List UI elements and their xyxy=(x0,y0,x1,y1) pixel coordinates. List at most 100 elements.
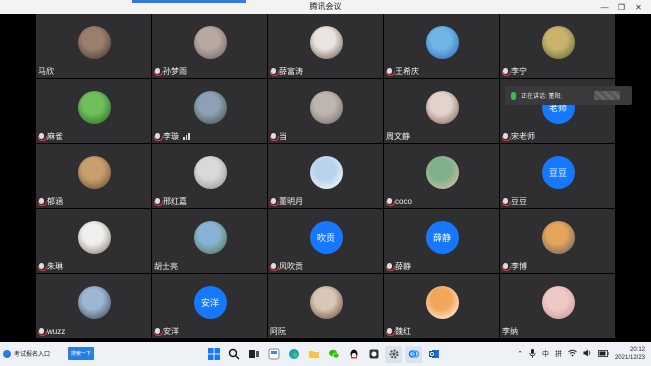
speaking-indicator: 正在讲话: 董阳; xyxy=(505,86,632,105)
speaking-label: 正在讲话: 董阳; xyxy=(521,94,563,100)
participant-name: 胡士亮 xyxy=(154,262,178,271)
participant-name: 薛静 xyxy=(395,262,411,271)
mic-muted-icon xyxy=(502,67,511,76)
window-title: 腾讯会议 xyxy=(309,2,342,11)
participant-tile[interactable]: 孙梦雨 xyxy=(152,14,267,78)
participant-tile[interactable]: 周文静 xyxy=(384,79,499,143)
participant-name-row: 豆豆 xyxy=(502,196,527,207)
search-engine-icon xyxy=(3,349,11,358)
app-icon-1[interactable] xyxy=(365,346,382,363)
participant-avatar: 豆豆 xyxy=(541,156,575,189)
participant-avatar xyxy=(193,221,227,254)
participant-avatar xyxy=(309,286,343,319)
participant-tile[interactable]: 马欣 xyxy=(36,14,151,78)
participant-avatar xyxy=(77,26,111,59)
participant-name-row: 安洋 xyxy=(154,326,179,337)
participant-name: 李博 xyxy=(511,262,527,271)
participant-name: 周文静 xyxy=(386,132,410,141)
system-tray: ⌃ 中 拼 20:12 2021/12/23 xyxy=(517,344,645,364)
participant-name-row: 胡士亮 xyxy=(154,261,178,272)
taskbar: 考试报名入口 搜索一下 ⌃ 中 拼 20:12 2021/12/23 xyxy=(0,342,651,366)
microphone-icon[interactable] xyxy=(529,348,536,360)
file-explorer-icon[interactable] xyxy=(305,346,322,363)
taskbar-search[interactable]: 考试报名入口 xyxy=(3,349,50,358)
participant-tile[interactable]: 魏红 xyxy=(384,274,499,338)
participant-name-row: 李纳 xyxy=(502,326,518,337)
mic-muted-icon xyxy=(270,197,279,206)
maximize-icon[interactable]: ❐ xyxy=(613,0,630,14)
tencent-meeting-icon[interactable] xyxy=(405,345,422,363)
participant-name-row: 当 xyxy=(270,131,287,142)
participant-name: 当 xyxy=(279,132,287,141)
participant-avatar: 安洋 xyxy=(193,286,227,319)
taskbar-clock[interactable]: 20:12 2021/12/23 xyxy=(615,346,645,362)
participant-tile[interactable]: 李博 xyxy=(500,209,615,273)
participant-tile[interactable]: 安洋 安洋 xyxy=(152,274,267,338)
participant-tile[interactable]: 李宁 xyxy=(500,14,615,78)
participant-tile[interactable]: 胡士亮 xyxy=(152,209,267,273)
participant-avatar xyxy=(77,221,111,254)
participant-tile[interactable]: 邢红嘉 xyxy=(152,144,267,208)
participant-tile[interactable]: 李纳 xyxy=(500,274,615,338)
participant-name-row: 朱琳 xyxy=(38,261,63,272)
participant-name-row: 孙梦雨 xyxy=(154,66,187,77)
participant-avatar xyxy=(193,26,227,59)
participant-tile[interactable]: 薛富涛 xyxy=(268,14,383,78)
participant-tile[interactable]: 王希庆 xyxy=(384,14,499,78)
chevron-up-icon[interactable]: ⌃ xyxy=(517,350,523,358)
participant-name: 麻雀 xyxy=(47,132,63,141)
participant-grid: 马欣 孙梦雨 薛富涛 王希庆 李宁 麻雀 李璇当周文静 老师 宋老师 郁涵 邢红嘉 董明月 coco 豆豆… xyxy=(36,14,615,341)
widgets-icon[interactable] xyxy=(265,346,282,363)
participant-name-row: 郁涵 xyxy=(38,196,63,207)
participant-avatar xyxy=(309,26,343,59)
participant-tile[interactable]: 郁涵 xyxy=(36,144,151,208)
task-view-icon[interactable] xyxy=(245,346,262,363)
participant-avatar xyxy=(425,286,459,319)
battery-icon[interactable] xyxy=(598,349,609,359)
participant-avatar xyxy=(425,156,459,189)
participant-avatar xyxy=(77,91,111,124)
participant-tile[interactable]: 吹贡 风吹贡 xyxy=(268,209,383,273)
mic-muted-icon xyxy=(154,67,163,76)
wechat-icon[interactable] xyxy=(325,346,342,363)
edge-browser-icon[interactable] xyxy=(285,346,302,363)
volume-icon[interactable] xyxy=(583,349,592,359)
mic-muted-icon xyxy=(270,132,279,141)
participant-tile[interactable]: 朱琳 xyxy=(36,209,151,273)
qq-icon[interactable] xyxy=(345,346,362,363)
outlook-icon[interactable] xyxy=(425,346,442,363)
participant-tile[interactable]: wuzz xyxy=(36,274,151,338)
participant-avatar xyxy=(77,286,111,319)
participant-tile[interactable]: coco xyxy=(384,144,499,208)
participant-tile[interactable]: 阿阮 xyxy=(268,274,383,338)
title-bar: 腾讯会议 — ❐ ✕ xyxy=(0,0,651,14)
mic-muted-icon xyxy=(38,327,47,336)
ime-language[interactable]: 中 xyxy=(542,349,549,359)
close-icon[interactable]: ✕ xyxy=(630,0,647,14)
wifi-icon[interactable] xyxy=(568,349,577,359)
windows-start-icon[interactable] xyxy=(205,346,222,363)
participant-tile[interactable]: 麻雀 xyxy=(36,79,151,143)
participant-tile[interactable]: 薛静 薛静 xyxy=(384,209,499,273)
participant-tile[interactable]: 董明月 xyxy=(268,144,383,208)
search-icon[interactable] xyxy=(225,346,242,363)
settings-gear-icon[interactable] xyxy=(385,345,402,363)
participant-avatar xyxy=(425,91,459,124)
participant-name: 李纳 xyxy=(502,327,518,336)
signal-strength-icon xyxy=(183,133,190,140)
search-button[interactable]: 搜索一下 xyxy=(68,347,94,360)
participant-name-row: 马欣 xyxy=(38,66,54,77)
participant-name: 风吹贡 xyxy=(279,262,303,271)
participant-tile[interactable]: 李璇 xyxy=(152,79,267,143)
participant-name: 朱琳 xyxy=(47,262,63,271)
minimize-icon[interactable]: — xyxy=(596,0,613,14)
participant-name-row: 邢红嘉 xyxy=(154,196,187,207)
mic-muted-icon xyxy=(154,327,163,336)
ime-mode[interactable]: 拼 xyxy=(555,349,562,359)
participant-tile[interactable]: 当 xyxy=(268,79,383,143)
participant-tile[interactable]: 豆豆 豆豆 xyxy=(500,144,615,208)
mic-muted-icon xyxy=(502,197,511,206)
window-controls: — ❐ ✕ xyxy=(596,0,647,14)
mic-muted-icon xyxy=(270,262,279,271)
participant-name: 宋老师 xyxy=(511,132,535,141)
